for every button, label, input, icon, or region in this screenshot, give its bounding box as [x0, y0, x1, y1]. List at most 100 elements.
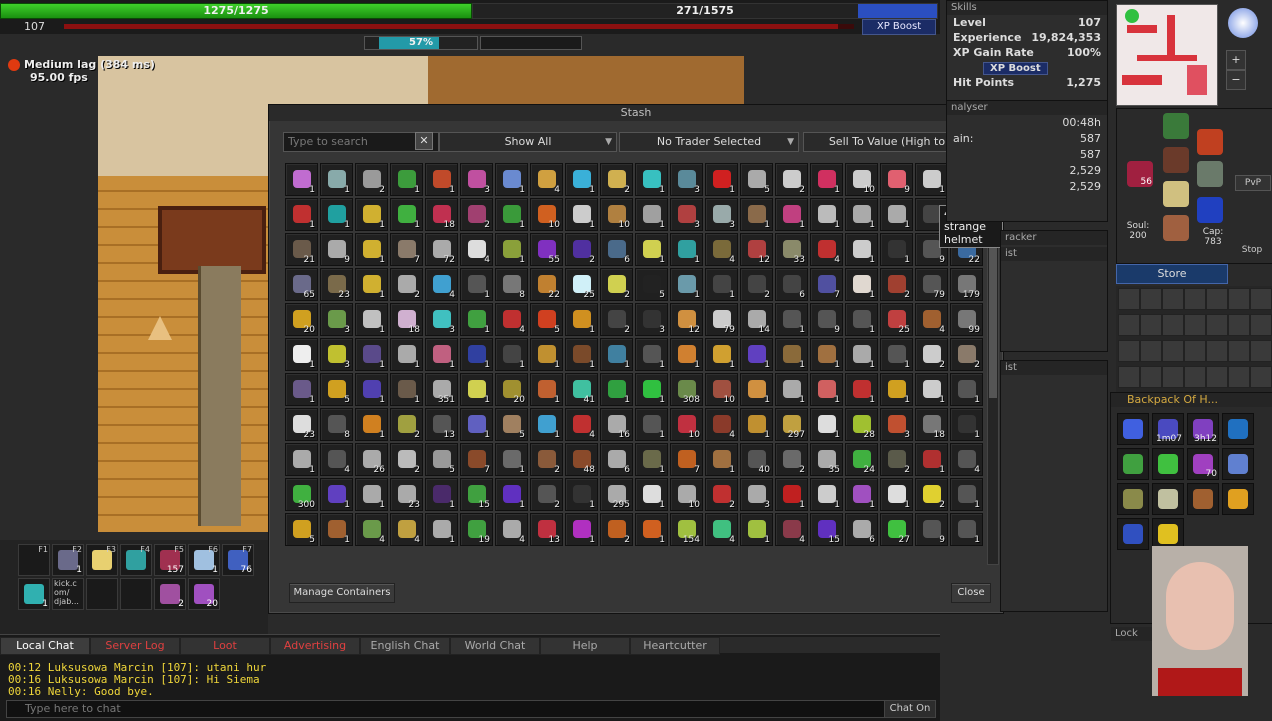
stash-slot[interactable]: 1: [390, 198, 423, 231]
backpack-slot[interactable]: [1222, 413, 1254, 445]
stash-slot[interactable]: 1: [775, 198, 808, 231]
control-button-icon[interactable]: [1162, 340, 1184, 362]
control-button-icon[interactable]: [1162, 314, 1184, 336]
boots-slot[interactable]: [1163, 215, 1189, 241]
stash-slot[interactable]: 21: [285, 233, 318, 266]
chat-tab[interactable]: Heartcutter: [630, 637, 720, 655]
chat-tab[interactable]: English Chat: [360, 637, 450, 655]
stash-slot[interactable]: 1: [810, 373, 843, 406]
backpack-slot[interactable]: [1152, 483, 1184, 515]
control-button-icon[interactable]: [1228, 288, 1250, 310]
control-button-icon[interactable]: [1250, 340, 1272, 362]
stash-slot[interactable]: 10: [670, 408, 703, 441]
control-button-icon[interactable]: [1140, 340, 1162, 362]
stash-slot[interactable]: 1: [915, 373, 948, 406]
xp-boost-button[interactable]: XP Boost: [862, 19, 936, 35]
hotkey-slot[interactable]: F1: [18, 544, 50, 576]
stash-slot[interactable]: 1: [670, 268, 703, 301]
filter-dropdown[interactable]: Show All ▼: [439, 132, 617, 152]
hotkey-slot[interactable]: 20: [188, 578, 220, 610]
stash-slot[interactable]: 2: [740, 268, 773, 301]
stash-slot[interactable]: 3: [320, 303, 353, 336]
stash-slot[interactable]: 1: [845, 373, 878, 406]
stash-slot[interactable]: 1: [775, 303, 808, 336]
stash-slot[interactable]: 5: [495, 408, 528, 441]
stash-slot[interactable]: 2: [390, 408, 423, 441]
stash-slot[interactable]: 79: [705, 303, 738, 336]
stash-slot[interactable]: 48: [565, 443, 598, 476]
ring-slot[interactable]: [1197, 197, 1223, 223]
hotkey-slot[interactable]: F5 157: [154, 544, 186, 576]
stash-slot[interactable]: 4: [530, 163, 563, 196]
control-button-icon[interactable]: [1228, 340, 1250, 362]
hotkey-slot[interactable]: 2: [154, 578, 186, 610]
zoom-in-icon[interactable]: +: [1226, 50, 1246, 70]
stash-slot[interactable]: 2: [530, 478, 563, 511]
stash-slot[interactable]: 15: [810, 513, 843, 546]
stash-slot[interactable]: 1: [460, 408, 493, 441]
hotkey-slot[interactable]: kick.c om/ djab...: [52, 578, 84, 610]
control-button-icon[interactable]: [1118, 340, 1140, 362]
stash-slot[interactable]: 13: [425, 408, 458, 441]
stash-slot[interactable]: 3: [670, 163, 703, 196]
backpack-slot[interactable]: 70: [1187, 448, 1219, 480]
stash-slot[interactable]: 79: [915, 268, 948, 301]
stash-slot[interactable]: 1: [565, 163, 598, 196]
hotkey-slot[interactable]: F4: [120, 544, 152, 576]
backpack-slot[interactable]: [1222, 448, 1254, 480]
stash-slot[interactable]: 18: [390, 303, 423, 336]
stash-slot[interactable]: 1: [320, 513, 353, 546]
control-button-icon[interactable]: [1206, 314, 1228, 336]
stash-slot[interactable]: 7: [460, 443, 493, 476]
stash-slot[interactable]: 1: [775, 373, 808, 406]
stash-slot[interactable]: 6: [600, 443, 633, 476]
stash-slot[interactable]: 1: [635, 408, 668, 441]
stash-slot[interactable]: 3: [705, 198, 738, 231]
stash-slot[interactable]: 16: [600, 408, 633, 441]
stash-slot[interactable]: 1: [460, 338, 493, 371]
stash-slot[interactable]: 1: [355, 268, 388, 301]
stash-slot[interactable]: 1: [810, 198, 843, 231]
armor-slot[interactable]: [1163, 147, 1189, 173]
stash-slot[interactable]: 1: [425, 163, 458, 196]
chat-tab[interactable]: Advertising: [270, 637, 360, 655]
stash-slot[interactable]: 1: [355, 303, 388, 336]
control-button-icon[interactable]: [1140, 314, 1162, 336]
stash-slot[interactable]: 13: [530, 513, 563, 546]
stash-slot[interactable]: 295: [600, 478, 633, 511]
backpack-slot[interactable]: [1152, 448, 1184, 480]
stash-slot[interactable]: 23: [390, 478, 423, 511]
stash-slot[interactable]: 1: [775, 478, 808, 511]
stash-slot[interactable]: 1: [810, 478, 843, 511]
stash-slot[interactable]: 23: [285, 408, 318, 441]
control-button-icon[interactable]: [1184, 288, 1206, 310]
stash-slot[interactable]: 5: [740, 163, 773, 196]
zoom-out-icon[interactable]: −: [1226, 70, 1246, 90]
stash-slot[interactable]: 4: [705, 233, 738, 266]
stash-slot[interactable]: 1: [635, 198, 668, 231]
stash-slot[interactable]: 300: [285, 478, 318, 511]
stash-slot[interactable]: 1: [845, 478, 878, 511]
stash-slot[interactable]: 1: [740, 513, 773, 546]
tracker-title[interactable]: racker: [1001, 231, 1107, 245]
backpack-slot[interactable]: [1117, 413, 1149, 445]
stash-slot[interactable]: 2: [355, 163, 388, 196]
stash-slot[interactable]: 1: [320, 478, 353, 511]
chat-tab[interactable]: Loot: [180, 637, 270, 655]
stash-slot[interactable]: 2: [775, 443, 808, 476]
stash-slot[interactable]: 4: [495, 513, 528, 546]
stash-slot[interactable]: 72: [425, 233, 458, 266]
stash-slot[interactable]: 14: [740, 303, 773, 336]
control-button-icon[interactable]: [1118, 314, 1140, 336]
stash-slot[interactable]: 3: [670, 198, 703, 231]
stash-slot[interactable]: 2: [950, 338, 983, 371]
stash-slot[interactable]: 10: [530, 198, 563, 231]
stash-slot[interactable]: 1: [635, 373, 668, 406]
legs-slot[interactable]: [1163, 181, 1189, 207]
hotkey-slot[interactable]: F3: [86, 544, 118, 576]
stash-slot[interactable]: 40: [740, 443, 773, 476]
stash-slot[interactable]: 1: [880, 338, 913, 371]
pvp-button[interactable]: PvP: [1235, 175, 1271, 191]
stash-slot[interactable]: 1: [425, 513, 458, 546]
chat-tab[interactable]: Help: [540, 637, 630, 655]
